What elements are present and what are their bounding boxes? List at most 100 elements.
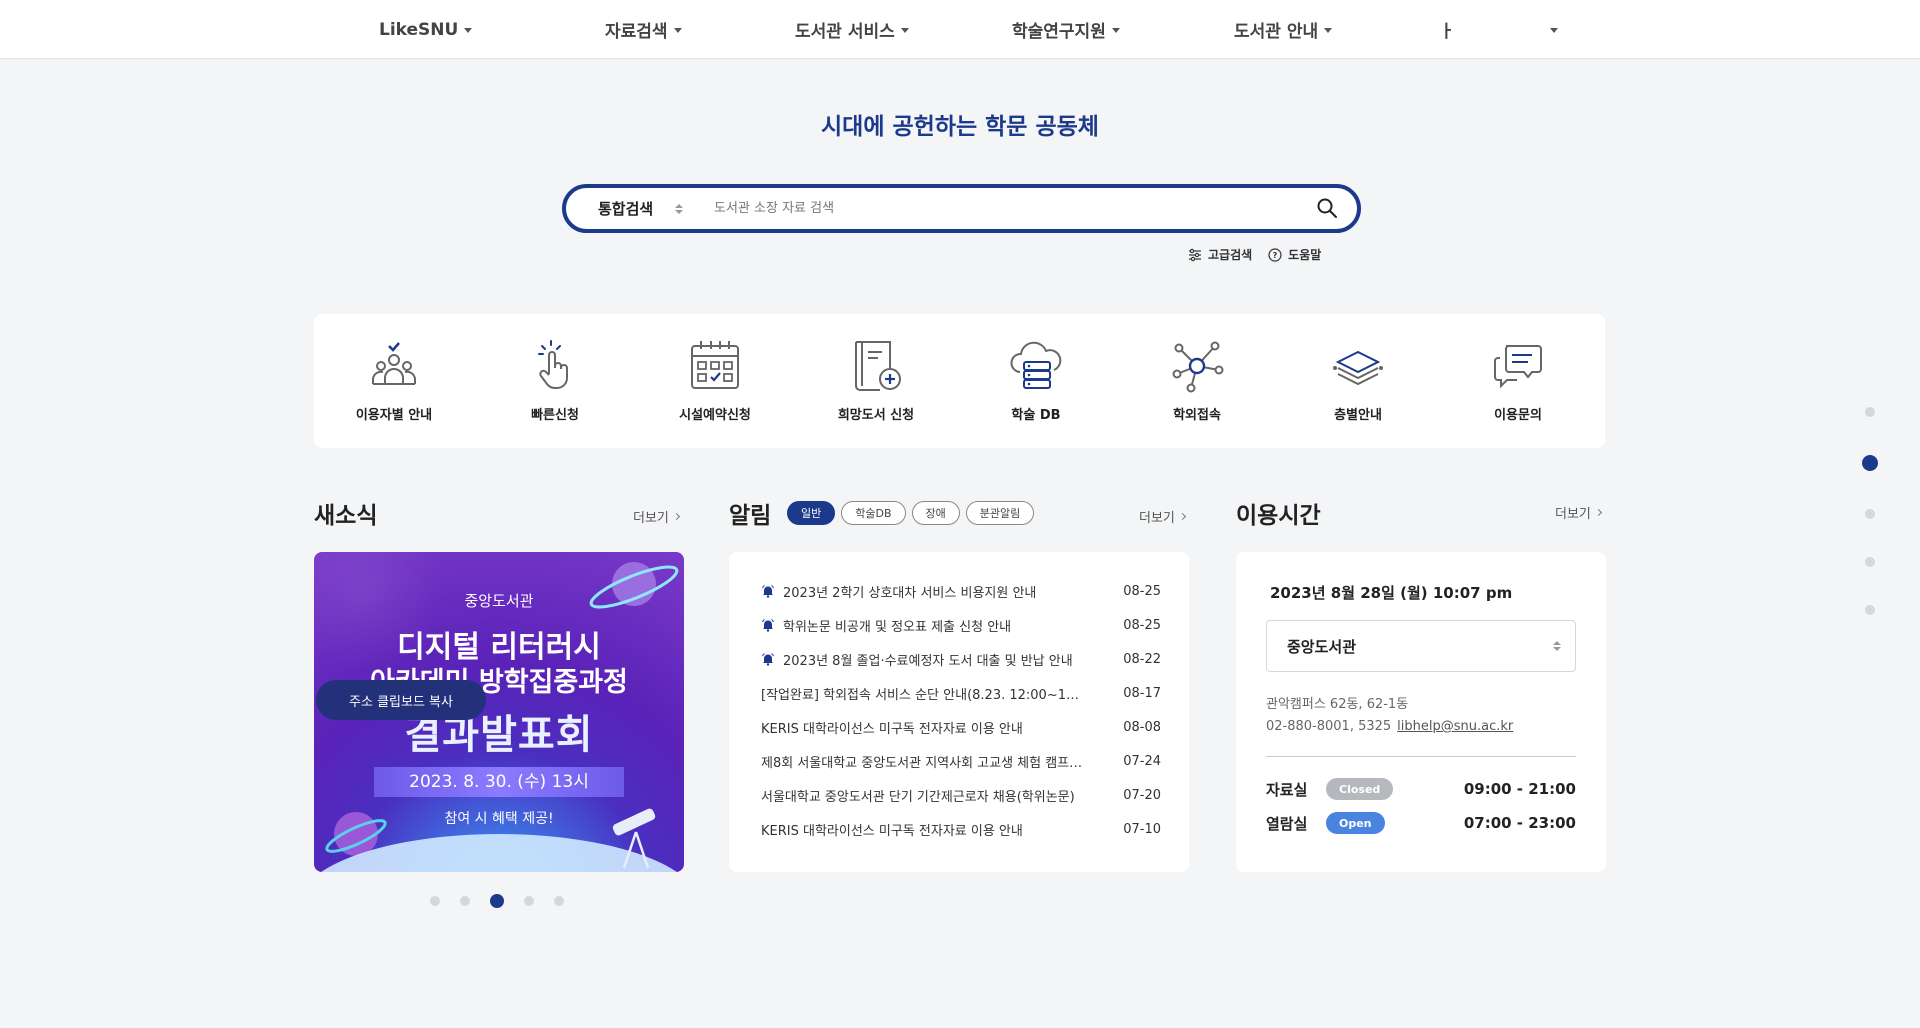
tap-hand-icon xyxy=(538,340,568,389)
quick-academic-db[interactable]: 학술 DB xyxy=(966,314,1106,448)
slide-dot-active[interactable] xyxy=(490,894,504,908)
news-more-link[interactable]: 더보기 xyxy=(633,507,680,526)
notice-text: 서울대학교 중앙도서관 단기 기간제근로자 채용(학위논문) xyxy=(761,789,1075,805)
quick-user-guide[interactable]: 이용자별 안내 xyxy=(324,314,464,448)
library-address: 관악캠퍼스 62동, 62-1동 xyxy=(1266,697,1409,712)
notice-date: 08-25 xyxy=(1123,617,1161,633)
nav-search[interactable]: 자료검색 xyxy=(605,0,682,59)
quick-facility-reservation[interactable]: 시설예약신청 xyxy=(645,314,785,448)
chevron-right-icon xyxy=(1594,508,1602,517)
notice-item[interactable]: 서울대학교 중앙도서관 단기 기간제근로자 채용(학위논문) 07-20 xyxy=(761,785,1161,805)
library-select[interactable]: 중앙도서관 xyxy=(1266,620,1576,672)
nav-library-info[interactable]: 도서관 안내 xyxy=(1234,0,1333,59)
nav-label: 도서관 서비스 xyxy=(795,22,895,42)
quick-label: 층별안내 xyxy=(1334,408,1382,423)
tab-branch[interactable]: 분관알림 xyxy=(965,501,1035,525)
library-email-link[interactable]: libhelp@snu.ac.kr xyxy=(1397,719,1513,734)
slide-dot[interactable] xyxy=(460,896,470,906)
chevron-right-icon xyxy=(672,512,680,521)
caret-down-icon xyxy=(1324,28,1333,33)
room-hours-row: 열람실 Open 07:00 - 23:00 xyxy=(1266,811,1576,835)
room-name: 열람실 xyxy=(1266,814,1308,833)
nav-research-support[interactable]: 학술연구지원 xyxy=(1012,0,1120,59)
search-scope-select[interactable]: 통합검색 xyxy=(598,188,684,229)
hours-more-link[interactable]: 더보기 xyxy=(1555,503,1602,522)
quick-book-request[interactable]: 희망도서 신청 xyxy=(806,314,946,448)
quick-offcampus-access[interactable]: 학외접속 xyxy=(1127,314,1267,448)
room-name: 자료실 xyxy=(1266,780,1308,799)
nav-extra[interactable]: ㅏ xyxy=(1439,0,1455,59)
floor-layers-icon xyxy=(1333,350,1383,386)
notice-item[interactable]: 학위논문 비공개 및 정오표 제출 신청 안내 08-25 xyxy=(761,615,1161,635)
sliders-icon xyxy=(1189,248,1201,261)
tab-academic-db[interactable]: 학술DB xyxy=(841,501,906,525)
quick-fast-request[interactable]: 빠른신청 xyxy=(485,314,625,448)
notice-date: 08-17 xyxy=(1123,685,1161,701)
section-dot[interactable] xyxy=(1865,557,1875,567)
notice-text: 2023년 2학기 상호대차 서비스 비용지원 안내 xyxy=(783,585,1037,601)
quick-floor-guide[interactable]: 층별안내 xyxy=(1288,314,1428,448)
hours-panel: 2023년 8월 28일 (월) 10:07 pm 중앙도서관 관악캠퍼스 62… xyxy=(1236,552,1606,872)
nav-library-services[interactable]: 도서관 서비스 xyxy=(795,0,909,59)
slide-dot[interactable] xyxy=(430,896,440,906)
help-circle-icon: ? xyxy=(1268,247,1282,262)
section-pager xyxy=(1862,407,1878,615)
chevron-right-icon xyxy=(1178,512,1186,521)
quick-label: 희망도서 신청 xyxy=(837,408,915,423)
current-datetime: 2023년 8월 28일 (월) 10:07 pm xyxy=(1270,584,1513,602)
search-icon[interactable] xyxy=(1315,196,1339,220)
nav-likesnu[interactable]: LikeSNU xyxy=(379,0,473,59)
section-dot[interactable] xyxy=(1865,605,1875,615)
calendar-check-icon xyxy=(691,341,739,389)
quick-label: 학술 DB xyxy=(1011,408,1061,423)
more-label: 더보기 xyxy=(1555,507,1591,522)
notice-item[interactable]: [작업완료] 학외접속 서비스 순단 안내(8.23. 12:00~12:10)… xyxy=(761,683,1161,703)
section-dot[interactable] xyxy=(1865,407,1875,417)
section-dot[interactable] xyxy=(1865,509,1875,519)
slide-dot[interactable] xyxy=(524,896,534,906)
nav-extra-dropdown[interactable] xyxy=(1550,0,1558,59)
banner-benefit: 참여 시 혜택 제공! xyxy=(444,811,554,827)
select-arrows-icon xyxy=(675,203,684,214)
notice-item[interactable]: 2023년 8월 졸업·수료예정자 도서 대출 및 반납 안내 08-22 xyxy=(761,649,1161,669)
news-title: 새소식 xyxy=(314,503,378,529)
search-input[interactable] xyxy=(714,194,1274,223)
bell-icon xyxy=(762,653,774,666)
tab-outage[interactable]: 장애 xyxy=(911,501,960,525)
notice-text: KERIS 대학라이선스 미구독 전자자료 이용 안내 xyxy=(761,721,1023,737)
nav-label: LikeSNU xyxy=(379,19,459,40)
advanced-search-label: 고급검색 xyxy=(1208,248,1253,262)
search-bar: 통합검색 xyxy=(562,184,1361,233)
notice-text: 학위논문 비공개 및 정오표 제출 신청 안내 xyxy=(783,619,1012,635)
library-phone: 02-880-8001, 5325 xyxy=(1266,719,1392,734)
room-hours-row: 자료실 Closed 09:00 - 21:00 xyxy=(1266,777,1576,801)
banner-pagination xyxy=(430,894,564,908)
notice-date: 07-20 xyxy=(1123,787,1161,803)
cloud-database-icon xyxy=(1010,341,1062,389)
news-banner[interactable]: 중앙도서관 디지털 리터러시 아카데미 방학집중과정 결과발표회 2023. 8… xyxy=(314,552,684,872)
notice-item[interactable]: 2023년 2학기 상호대차 서비스 비용지원 안내 08-25 xyxy=(761,581,1161,601)
bell-icon xyxy=(762,619,774,632)
bell-icon xyxy=(762,585,774,598)
notice-item[interactable]: KERIS 대학라이선스 미구독 전자자료 이용 안내 07-10 xyxy=(761,819,1161,839)
status-badge: Open xyxy=(1326,812,1385,834)
notice-text: [작업완료] 학외접속 서비스 순단 안내(8.23. 12:00~12:10) xyxy=(761,687,1086,703)
slide-dot[interactable] xyxy=(554,896,564,906)
help-label: 도움말 xyxy=(1288,248,1322,262)
quick-inquiry[interactable]: 이용문의 xyxy=(1448,314,1588,448)
banner-org: 중앙도서관 xyxy=(464,592,534,610)
section-dot-active[interactable] xyxy=(1862,455,1878,471)
tab-general[interactable]: 일반 xyxy=(787,501,836,525)
advanced-search-link[interactable]: 고급검색 xyxy=(1188,246,1252,263)
notice-item[interactable]: KERIS 대학라이선스 미구독 전자자료 이용 안내 08-08 xyxy=(761,717,1161,737)
notice-more-link[interactable]: 더보기 xyxy=(1139,507,1186,526)
divider xyxy=(1266,756,1576,757)
nav-label: ㅏ xyxy=(1439,22,1455,42)
quick-menu: 이용자별 안내 빠른신청 시설예약신청 희망도서 신청 학술 DB 학외접속 층… xyxy=(314,314,1605,448)
library-select-value: 중앙도서관 xyxy=(1287,637,1357,656)
more-label: 더보기 xyxy=(633,511,669,526)
more-label: 더보기 xyxy=(1139,511,1175,526)
help-link[interactable]: ? 도움말 xyxy=(1268,246,1321,263)
notice-item[interactable]: 제8회 서울대학교 중앙도서관 지역사회 고교생 체험 캠프 안내 07-24 xyxy=(761,751,1161,771)
network-hub-icon xyxy=(1172,341,1224,393)
